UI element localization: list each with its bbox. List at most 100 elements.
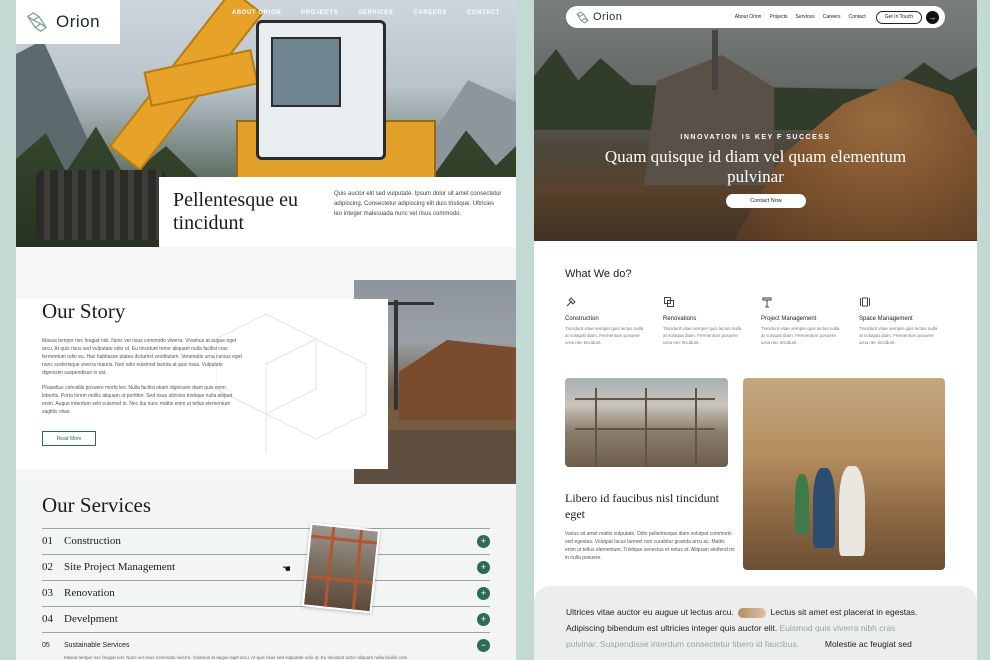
- excavator-tracks: [36, 170, 166, 240]
- story-paragraph: Phasellus convallis posuere morbi leo. N…: [42, 385, 233, 415]
- worker: [813, 468, 835, 548]
- crane-icon: [762, 297, 772, 308]
- service-number: 01: [42, 535, 53, 547]
- service-number: 03: [42, 587, 53, 599]
- service-row-sustainable[interactable]: 05 Sustainable Services −: [42, 632, 490, 657]
- service-card-body: Tincidunt vitae semper quis lectus nulla…: [565, 326, 644, 345]
- service-card-title: Project Management: [761, 316, 817, 322]
- service-card-title: Construction: [565, 316, 599, 322]
- right-page-mockup: Orion About Orion Projects Services Care…: [534, 0, 977, 660]
- nav-contact[interactable]: CONTACT: [467, 10, 500, 16]
- service-name: Sustainable Services: [64, 641, 130, 649]
- building-frame: [399, 340, 516, 420]
- service-card-project-management[interactable]: Project Management Tincidunt vitae sempe…: [761, 296, 843, 346]
- arrow-right-icon[interactable]: →: [926, 10, 939, 24]
- quote-line: pulvinar. Suspendisse interdum consectet…: [566, 636, 945, 652]
- quote-line: Ultrices vitae auctor eu augue ut lectus…: [566, 604, 945, 620]
- quote-text: Adipiscing bibendum est ultricies intege…: [566, 623, 778, 633]
- service-card-body: Tincidunt vitae semper quis lectus nulla…: [663, 326, 742, 345]
- story-title: Our Story: [42, 299, 126, 323]
- hero-title: Quam quisque id diam vel quam elementum …: [604, 147, 907, 186]
- nav-services[interactable]: SERVICES: [358, 10, 393, 16]
- expand-plus-icon[interactable]: +: [477, 535, 490, 548]
- what-we-do-title: What We do?: [565, 268, 632, 280]
- layers-icon: [664, 297, 674, 307]
- service-number: 05: [42, 641, 50, 649]
- service-card-space-management[interactable]: Space Management Tincidunt vitae semper …: [859, 296, 941, 346]
- inline-image-pill: [738, 607, 767, 618]
- quote-text: Molestie ac feugiat sed: [824, 639, 912, 649]
- nav-projects[interactable]: Projects: [769, 14, 787, 20]
- service-card-title: Renovations: [663, 316, 697, 322]
- service-description: Massa tempor nec feugiat nisl. Nunc vel …: [64, 655, 408, 660]
- service-row-development[interactable]: 04 Develpment +: [42, 606, 490, 631]
- worker: [839, 466, 865, 556]
- excavator-cab: [256, 20, 386, 160]
- worker: [795, 474, 809, 534]
- scaffolding-photo: [565, 378, 728, 467]
- service-row-site-project-management[interactable]: 02 Site Project Management +: [42, 554, 490, 579]
- expand-plus-icon[interactable]: +: [477, 561, 490, 574]
- contact-now-button[interactable]: Contact Now: [726, 194, 806, 208]
- nav-careers[interactable]: CAREERS: [413, 10, 447, 16]
- service-card-construction[interactable]: Construction Tincidunt vitae semper quis…: [565, 296, 647, 346]
- service-name: Develpment: [64, 613, 118, 625]
- orion-logo-icon: [26, 12, 48, 32]
- left-page-mockup: Orion ABOUT ORION PROJECTS SERVICES CARE…: [16, 0, 516, 660]
- orion-logo-icon: [576, 11, 589, 23]
- service-number: 02: [42, 561, 53, 573]
- service-row-construction[interactable]: 01 Construction +: [42, 528, 490, 553]
- collapse-minus-icon[interactable]: −: [477, 639, 490, 652]
- hero-eyebrow: INNOVATION IS KEY F SUCCESS: [680, 134, 831, 141]
- nav-services[interactable]: Services: [796, 14, 815, 20]
- top-nav-bar: Orion About Orion Projects Services Care…: [566, 6, 945, 28]
- service-name: Construction: [64, 535, 121, 547]
- service-card-title: Space Management: [859, 316, 913, 322]
- nav-careers[interactable]: Careers: [823, 14, 841, 20]
- service-card-body: Tincidunt vitae semper quis lectus nulla…: [859, 326, 938, 345]
- workers-site-photo: [743, 378, 945, 570]
- top-nav: ABOUT ORION PROJECTS SERVICES CAREERS CO…: [232, 10, 500, 16]
- service-hover-photo: [301, 522, 381, 614]
- service-card-body: Tincidunt vitae semper quis lectus nulla…: [761, 326, 840, 345]
- beam: [306, 574, 377, 585]
- nav-projects[interactable]: PROJECTS: [301, 10, 338, 16]
- nav-about[interactable]: ABOUT ORION: [232, 10, 281, 16]
- expand-plus-icon[interactable]: +: [477, 587, 490, 600]
- scaffold-pole: [695, 388, 697, 467]
- beam: [311, 534, 381, 546]
- services-title: Our Services: [42, 493, 152, 517]
- hammer-icon: [566, 297, 576, 307]
- quote-text: Ultrices vitae auctor eu augue ut lectus…: [566, 607, 734, 617]
- quote-text: Lectus sit amet est placerat in egestas.: [770, 607, 918, 617]
- nav-about[interactable]: About Orion: [735, 14, 762, 20]
- crane: [394, 300, 398, 410]
- scaffold-pole: [645, 388, 647, 467]
- service-name: Renovation: [64, 587, 115, 599]
- story-section: Our Story Massa tempor nec feugiat nisl.…: [16, 247, 516, 484]
- service-number: 04: [42, 613, 53, 625]
- quote-line: Adipiscing bibendum est ultricies intege…: [566, 620, 945, 636]
- service-card-renovations[interactable]: Renovations Tincidunt vitae semper quis …: [663, 296, 745, 346]
- expand-plus-icon[interactable]: +: [477, 613, 490, 626]
- get-in-touch-button[interactable]: Get In Touch: [875, 10, 922, 24]
- services-section: Our Services 01 Construction + 02 Site P…: [16, 484, 516, 660]
- space-icon: [860, 297, 870, 307]
- service-row-renovation[interactable]: 03 Renovation +: [42, 580, 490, 605]
- brand-logo[interactable]: Orion: [16, 0, 120, 44]
- feature-title: Libero id faucibus nisl tincidunt eget: [565, 491, 719, 521]
- nav-contact[interactable]: Contact: [849, 14, 866, 20]
- service-name: Site Project Management: [64, 561, 176, 573]
- read-more-button[interactable]: Read More: [42, 431, 96, 446]
- brand-name: Orion: [56, 12, 101, 31]
- nav-links: About Orion Projects Services Careers Co…: [735, 14, 866, 20]
- hero-body: Quis auctor elit sed vulputate. Ipsum do…: [334, 191, 502, 217]
- brand-name[interactable]: Orion: [593, 11, 622, 23]
- quote-text-muted: pulvinar. Suspendisse interdum consectet…: [566, 639, 799, 649]
- hero-title: Pellentesque eu tincidunt: [173, 189, 298, 234]
- hero-card: Pellentesque eu tincidunt Quis auctor el…: [159, 177, 516, 247]
- cab-window: [271, 37, 341, 107]
- hand-cursor-icon: ☚: [282, 564, 291, 575]
- feature-body: Varius sit amet mattis vulputate. Odio p…: [565, 531, 735, 561]
- quote-text-muted: Euismod quis viverra nibh cras: [779, 623, 896, 633]
